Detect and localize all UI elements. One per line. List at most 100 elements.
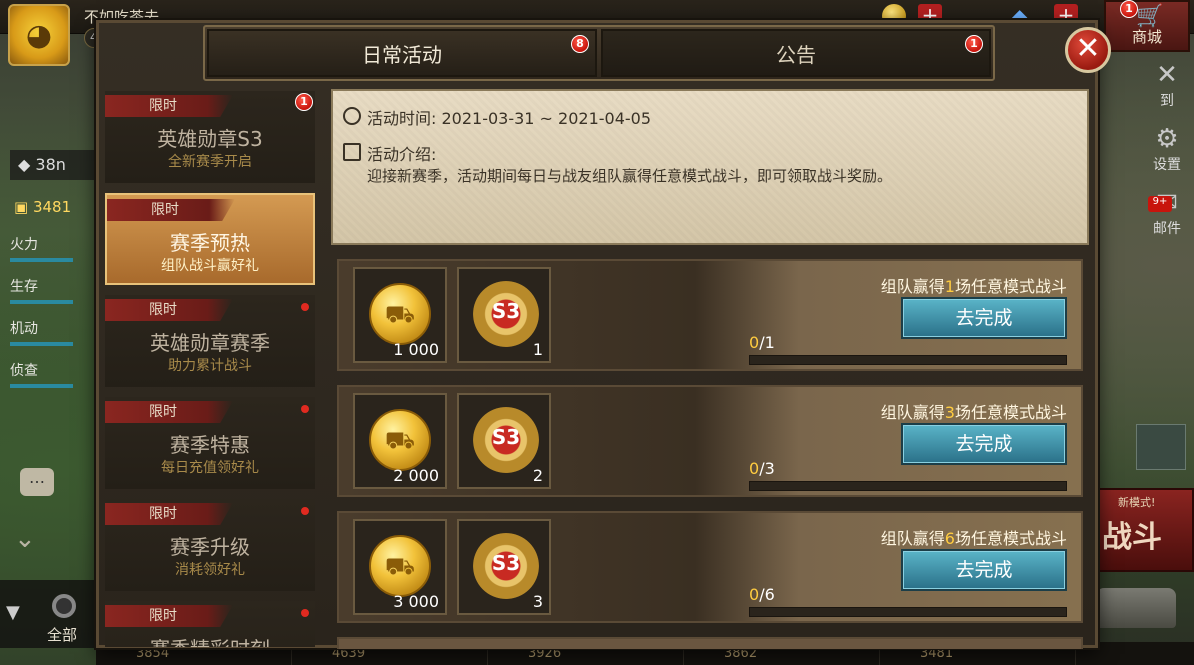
- plane-icon[interactable]: [1136, 424, 1186, 470]
- settings-button[interactable]: ⚙ 设置: [1140, 124, 1194, 174]
- gear-icon: ⚙: [1155, 124, 1179, 154]
- notification-dot: [301, 405, 309, 413]
- stat-label: 机动: [10, 321, 38, 337]
- limited-tag: 限时: [105, 95, 233, 117]
- battle-label: 战斗: [1102, 520, 1162, 555]
- tab-label: 公告: [776, 43, 816, 67]
- shop-badge: 1: [1120, 0, 1138, 18]
- task-title: 组队赢得1场任意模式战斗: [880, 277, 1067, 296]
- notification-dot: [301, 303, 309, 311]
- sidebar-item-hero-medal-s3[interactable]: 限时 英雄勋章S3 全新赛季开启 1: [105, 91, 315, 183]
- reward-slot-medal[interactable]: S3 1: [457, 267, 551, 363]
- progress-text: 0/3: [749, 459, 775, 478]
- tank-gold-chip: ▣ 3481: [14, 198, 72, 216]
- notification-dot: [301, 609, 309, 617]
- tab-daily-activity[interactable]: 日常活动 8: [207, 29, 597, 77]
- notification-dot: [301, 507, 309, 515]
- reward-amount: 2: [532, 466, 543, 485]
- sidebar-item-season-upgrade[interactable]: 限时 赛季升级 消耗领好礼: [105, 499, 315, 591]
- close-x-icon: ✕: [1156, 60, 1178, 90]
- stat-label: 火力: [10, 237, 38, 253]
- gold-coin-icon: ⛟: [369, 283, 431, 345]
- chat-icon[interactable]: …: [20, 468, 54, 496]
- reward-slot-gold[interactable]: ⛟ 3 000: [353, 519, 447, 615]
- cart-icon: 🛒: [1136, 4, 1164, 29]
- settings-label: 设置: [1153, 157, 1181, 173]
- sidebar-item-season-highlights[interactable]: 限时 赛季精彩时刻: [105, 601, 315, 647]
- sidebar-badge: 1: [295, 93, 313, 111]
- close-icon: ✕: [1075, 31, 1101, 66]
- progress-bar: [749, 607, 1067, 617]
- reward-slot-gold[interactable]: ⛟ 1 000: [353, 267, 447, 363]
- tab-badge: 1: [965, 35, 983, 53]
- task-row: ⛟ 1 000 S3 1 组队赢得1场任意模式战斗 去完成 0/1: [337, 259, 1083, 371]
- go-complete-button[interactable]: 去完成: [901, 549, 1067, 591]
- new-mode-label: 新模式!: [1118, 496, 1156, 509]
- sidebar-item-title: 赛季升级: [170, 535, 250, 559]
- task-row-partial: [337, 637, 1083, 649]
- rank-value: 38n: [35, 155, 66, 174]
- tab-announcement[interactable]: 公告 1: [601, 29, 991, 77]
- sidebar-item-subtitle: 助力累计战斗: [168, 358, 252, 374]
- stat-survival: 生存: [10, 276, 100, 304]
- battle-button[interactable]: 新模式! 战斗: [1098, 488, 1194, 572]
- sidebar-item-title: 赛季预热: [170, 231, 250, 255]
- task-row: ⛟ 3 000 S3 3 组队赢得6场任意模式战斗 去完成 0/6: [337, 511, 1083, 623]
- reward-slot-medal[interactable]: S3 3: [457, 519, 551, 615]
- sign-label: 到: [1160, 93, 1174, 109]
- activity-time: 活动时间: 2021-03-31 ~ 2021-04-05: [367, 109, 652, 128]
- task-title: 组队赢得6场任意模式战斗: [880, 529, 1067, 548]
- filter-panel[interactable]: ▼ 全部: [0, 580, 96, 648]
- close-button[interactable]: ✕: [1065, 27, 1111, 73]
- task-row: ⛟ 2 000 S3 2 组队赢得3场任意模式战斗 去完成 0/3: [337, 385, 1083, 497]
- reward-amount: 3 000: [393, 592, 439, 611]
- limited-tag: 限时: [107, 199, 235, 221]
- limited-tag: 限时: [105, 299, 233, 321]
- activity-desc-label: 活动介绍:: [367, 145, 437, 164]
- shop-label: 商城: [1131, 28, 1162, 46]
- shop-button[interactable]: 🛒 商城 1: [1104, 0, 1190, 52]
- tank-icon: [1096, 588, 1176, 628]
- sidebar-item-title: 赛季精彩时刻: [105, 633, 315, 647]
- activity-desc-text: 迎接新赛季，活动期间每日与战友组队赢得任意模式战斗，即可领取战斗奖励。: [367, 167, 893, 185]
- sidebar-item-season-warmup[interactable]: 限时 赛季预热 组队战斗赢好礼: [105, 193, 315, 285]
- go-complete-button[interactable]: 去完成: [901, 297, 1067, 339]
- sidebar-item-hero-medal-season[interactable]: 限时 英雄勋章赛季 助力累计战斗: [105, 295, 315, 387]
- limited-tag: 限时: [105, 605, 233, 627]
- sidebar-item-title: 赛季特惠: [170, 433, 250, 457]
- tab-bar: 日常活动 8 公告 1: [203, 25, 995, 81]
- player-avatar[interactable]: ◕: [8, 4, 70, 66]
- progress-bar: [749, 355, 1067, 365]
- filter-all-label: 全部: [47, 626, 78, 644]
- document-icon: [343, 143, 361, 161]
- progress-bar: [749, 481, 1067, 491]
- stat-mobility: 机动: [10, 318, 100, 346]
- limited-tag: 限时: [105, 401, 233, 423]
- gold-coin-icon: ⛟: [369, 535, 431, 597]
- sidebar-item-subtitle: 每日充值领好礼: [161, 460, 259, 476]
- sidebar-item-season-deal[interactable]: 限时 赛季特惠 每日充值领好礼: [105, 397, 315, 489]
- stat-label: 生存: [10, 279, 38, 295]
- activity-modal: 日常活动 8 公告 1 ✕ 限时 英雄勋章S3 全新赛季开启 1 限时 赛季预热…: [96, 20, 1111, 649]
- sidebar-item-title: 英雄勋章S3: [157, 127, 263, 151]
- go-complete-button[interactable]: 去完成: [901, 423, 1067, 465]
- sidebar-item-subtitle: 消耗领好礼: [175, 562, 245, 578]
- mail-label: 邮件: [1153, 221, 1181, 237]
- chevron-down-icon[interactable]: ⌄: [14, 524, 36, 554]
- limited-tag: 限时: [105, 503, 233, 525]
- progress-text: 0/6: [749, 585, 775, 604]
- filter-icon[interactable]: ▼: [6, 602, 20, 623]
- medal-text: S3: [491, 551, 521, 575]
- sidebar-item-title: 英雄勋章赛季: [150, 331, 270, 355]
- tab-label: 日常活动: [362, 43, 442, 67]
- reward-slot-medal[interactable]: S3 2: [457, 393, 551, 489]
- reward-amount: 3: [532, 592, 543, 611]
- clock-icon: [343, 107, 361, 125]
- task-title: 组队赢得3场任意模式战斗: [880, 403, 1067, 422]
- tank-stats: 火力 生存 机动 侦查: [10, 234, 100, 402]
- tank-gold-value: 3481: [32, 198, 72, 216]
- reward-slot-gold[interactable]: ⛟ 2 000: [353, 393, 447, 489]
- reward-amount: 2 000: [393, 466, 439, 485]
- filter-all-icon: [52, 594, 76, 618]
- sign-in-button[interactable]: ✕ 到: [1140, 60, 1194, 110]
